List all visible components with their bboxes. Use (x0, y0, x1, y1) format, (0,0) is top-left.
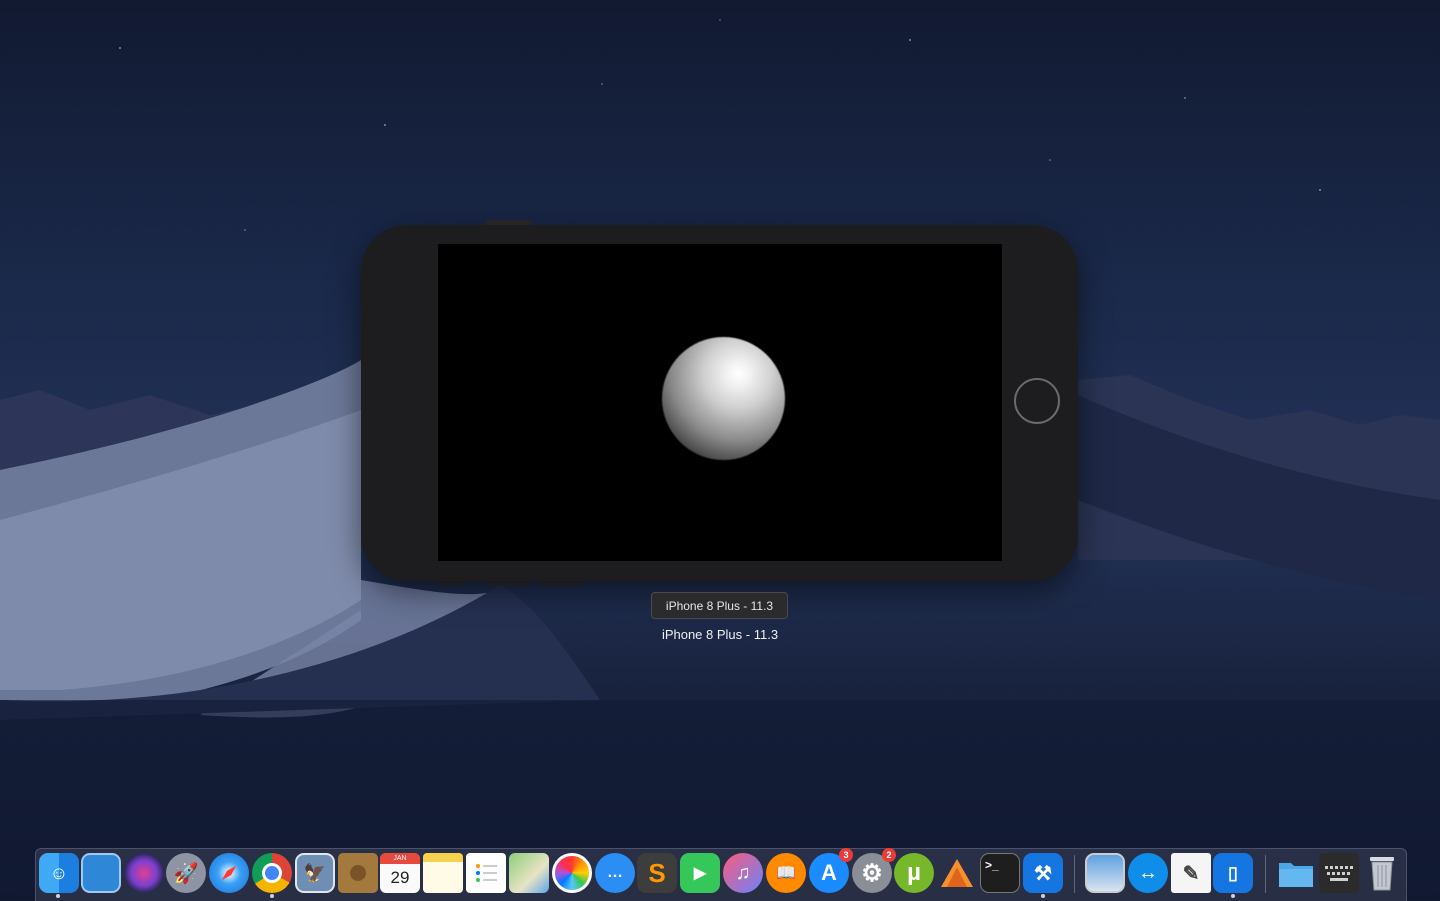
running-indicator (1041, 894, 1045, 898)
photo-search-icon[interactable] (1085, 853, 1125, 893)
window-icon[interactable] (81, 853, 121, 893)
running-indicator (1231, 894, 1235, 898)
running-indicator (270, 894, 274, 898)
simulator-icon[interactable]: ▯ (1213, 853, 1253, 893)
eagle-icon[interactable]: 🦅 (295, 853, 335, 893)
dock-separator (1265, 855, 1266, 893)
notes-icon[interactable] (423, 853, 463, 893)
torrent-icon[interactable]: µ (894, 853, 934, 893)
device-label: iPhone 8 Plus - 11.3 (661, 627, 779, 642)
chat-icon[interactable]: … (595, 853, 635, 893)
dock-separator (1074, 855, 1075, 893)
contacts-icon[interactable] (338, 853, 378, 893)
rocket-icon[interactable]: 🚀 (166, 853, 206, 893)
folder-icon[interactable] (1276, 853, 1316, 893)
trash-icon[interactable] (1362, 853, 1402, 893)
triangle-icon[interactable] (937, 853, 977, 893)
map-icon[interactable] (509, 853, 549, 893)
iphone-simulator-frame[interactable] (361, 225, 1078, 581)
gear-icon[interactable]: ⚙ 2 (852, 848, 896, 893)
rendered-sphere (662, 337, 785, 460)
siri-icon[interactable] (124, 853, 164, 893)
music-icon[interactable]: ♫ (723, 853, 763, 893)
keyboard-icon[interactable] (1319, 853, 1359, 893)
pen-paper-icon[interactable]: ✎ (1171, 853, 1211, 893)
compass-icon[interactable] (209, 853, 249, 893)
calendar-icon[interactable]: JAN 29 (380, 853, 420, 893)
teamviewer-icon[interactable]: ↔ (1128, 853, 1168, 893)
video-icon[interactable]: ▶ (680, 853, 720, 893)
system-preferences-badge: 2 (882, 848, 896, 862)
finder-icon[interactable]: ☺ (39, 853, 79, 893)
list-icon[interactable] (466, 853, 506, 893)
appstore-icon[interactable]: A 3 (809, 848, 853, 893)
sublime-icon[interactable]: S (637, 853, 677, 893)
running-indicator (56, 894, 60, 898)
simulator-screen[interactable] (438, 244, 1002, 561)
photos-icon[interactable] (552, 853, 592, 893)
terminal-icon[interactable]: >_ (980, 853, 1020, 893)
home-button[interactable] (1014, 378, 1060, 424)
hammer-icon[interactable]: ⚒ (1023, 853, 1063, 893)
book-icon[interactable]: 📖 (766, 853, 806, 893)
chrome-icon[interactable] (252, 853, 292, 893)
appstore-badge: 3 (839, 848, 853, 862)
device-tooltip: iPhone 8 Plus - 11.3 (651, 592, 788, 619)
